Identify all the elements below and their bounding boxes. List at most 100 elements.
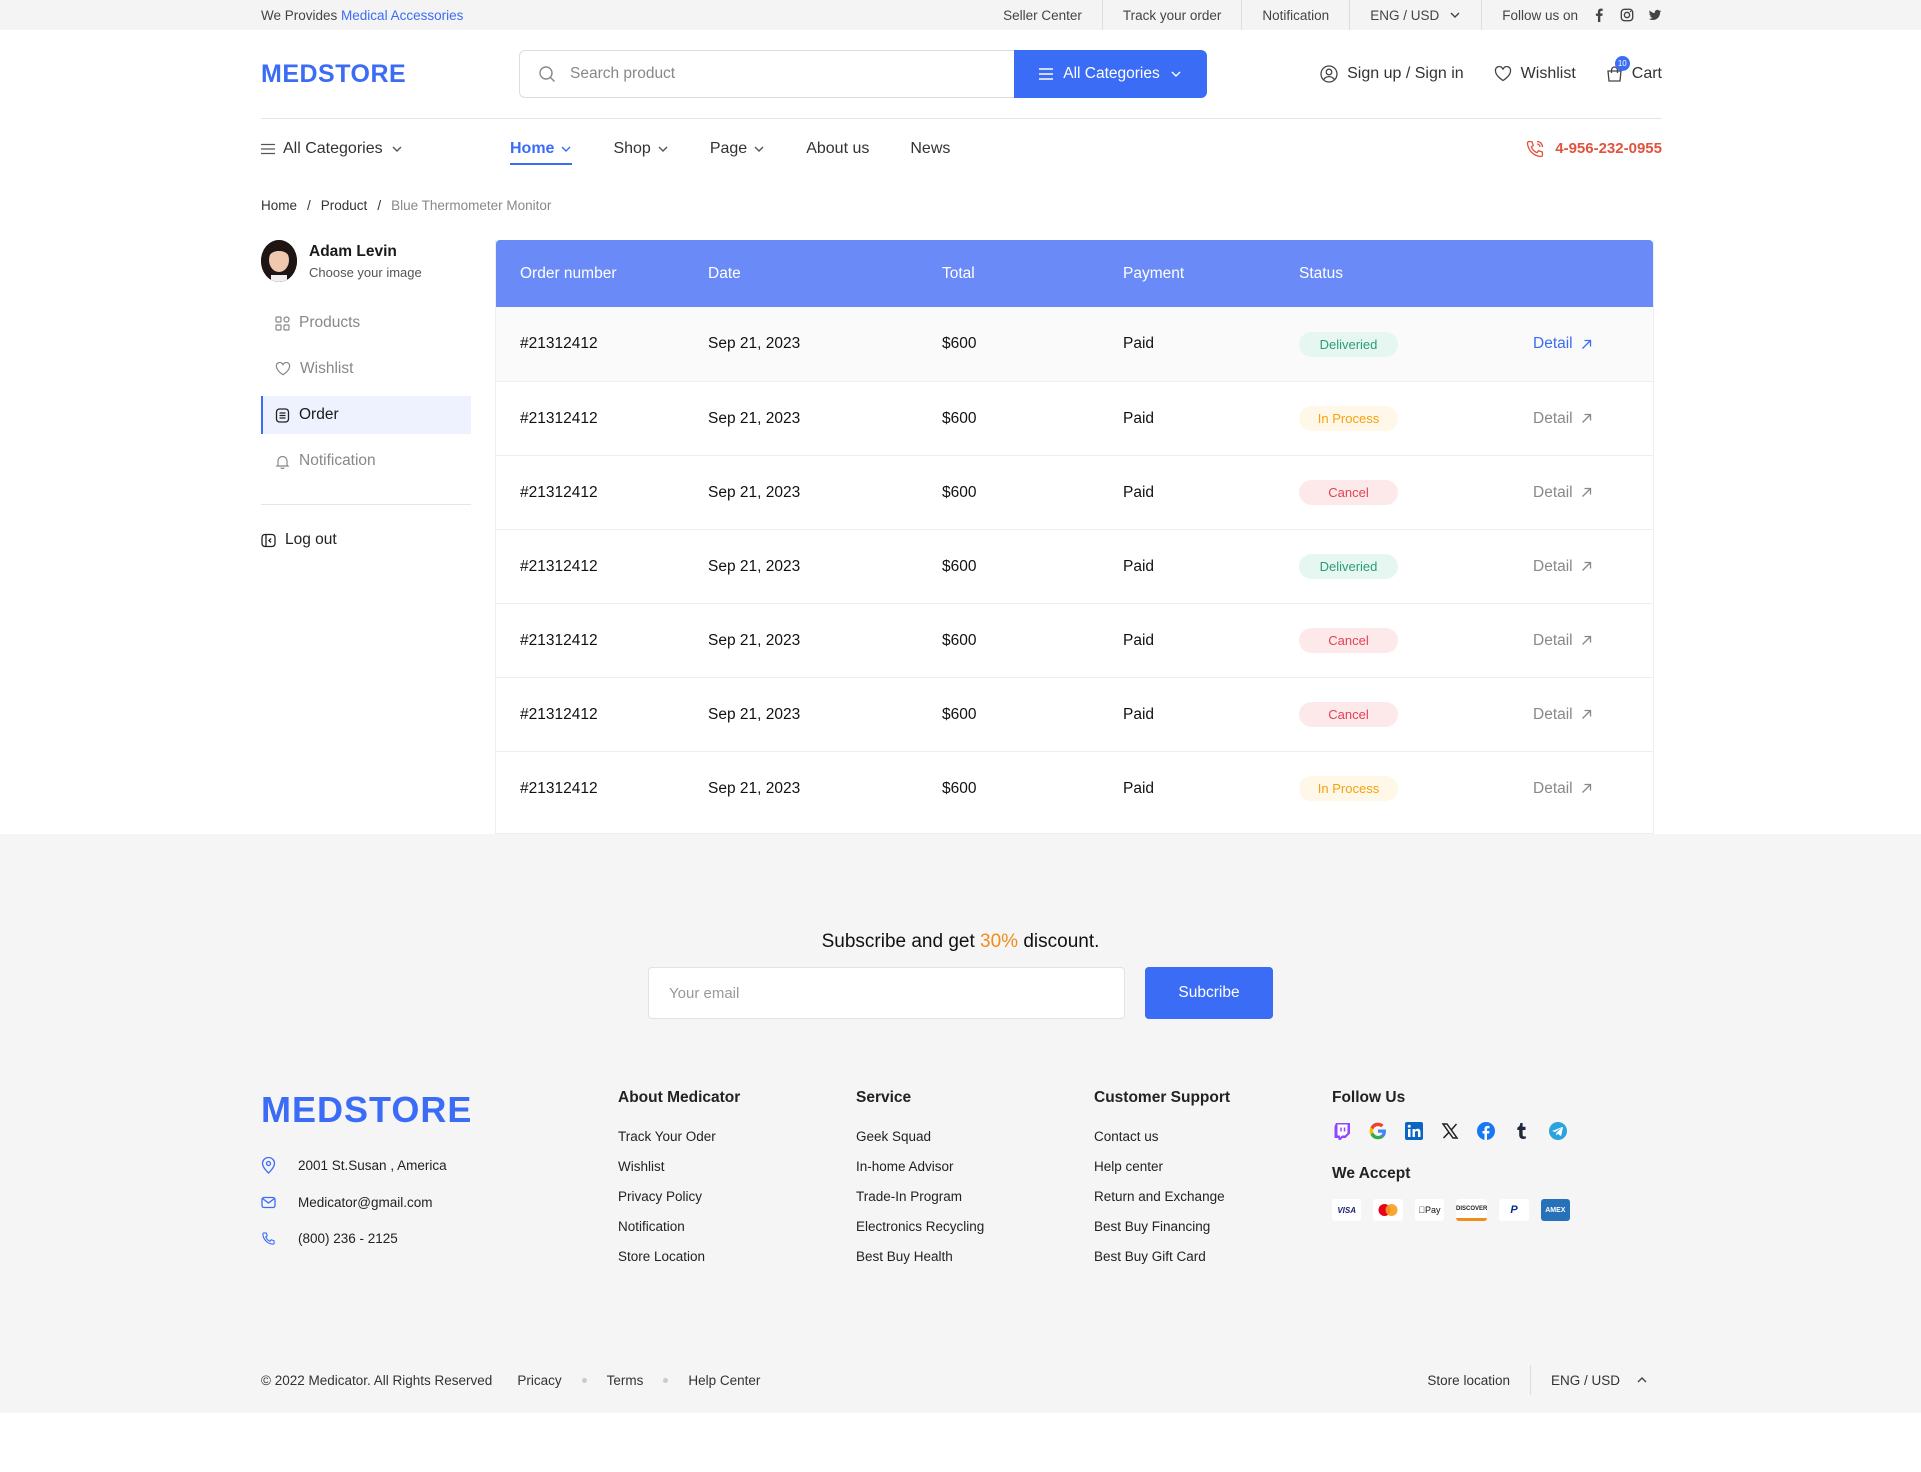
- logo[interactable]: MEDSTORE: [261, 60, 519, 89]
- wishlist-label: Wishlist: [1520, 65, 1576, 82]
- order-payment-cell: Paid: [1123, 409, 1155, 427]
- sidebar-item-products[interactable]: Products: [261, 304, 471, 342]
- telegram-icon[interactable]: [1548, 1121, 1568, 1141]
- order-date-cell: Sep 21, 2023: [708, 409, 801, 427]
- footer-link[interactable]: Best Buy Gift Card: [1094, 1249, 1332, 1264]
- footer-phone-text: (800) 236 - 2125: [298, 1231, 398, 1246]
- mail-icon: [261, 1196, 276, 1209]
- footer-bottom-link-help[interactable]: Help Center: [688, 1373, 760, 1388]
- footer-email[interactable]: Medicator@gmail.com: [261, 1195, 618, 1210]
- table-row[interactable]: #21312412 Sep 21, 2023 $600 Paid Deliveried D…: [496, 529, 1653, 603]
- choose-image-link[interactable]: Choose your image: [309, 265, 422, 280]
- nav-item-about[interactable]: About us: [806, 119, 869, 179]
- grid-icon: [275, 315, 290, 331]
- facebook-icon[interactable]: [1592, 8, 1606, 22]
- footer-link[interactable]: Track Your Oder: [618, 1129, 856, 1144]
- footer-link[interactable]: Contact us: [1094, 1129, 1332, 1144]
- detail-link[interactable]: Detail: [1533, 558, 1653, 576]
- status-badge: Cancel: [1299, 702, 1398, 727]
- arrow-up-right-icon: [1581, 487, 1591, 497]
- nav-all-categories[interactable]: All Categories: [261, 140, 510, 158]
- footer-bottom-link-privacy[interactable]: Pricacy: [517, 1373, 561, 1388]
- detail-link[interactable]: Detail: [1533, 484, 1653, 502]
- table-row[interactable]: #21312412 Sep 21, 2023 $600 Paid Cancel Detai…: [496, 455, 1653, 529]
- order-payment-cell: Paid: [1123, 557, 1155, 575]
- category-dropdown-button[interactable]: All Categories: [1014, 50, 1207, 98]
- footer-address: 2001 St.Susan , America: [261, 1157, 618, 1174]
- footer-bottom-link-terms[interactable]: Terms: [607, 1373, 644, 1388]
- promo-accent-link[interactable]: Medical Accessories: [341, 8, 463, 23]
- footer-link[interactable]: Trade-In Program: [856, 1189, 1094, 1204]
- sidebar-item-wishlist[interactable]: Wishlist: [261, 350, 471, 388]
- footer-link[interactable]: Best Buy Financing: [1094, 1219, 1332, 1234]
- order-number-cell: #21312412: [520, 631, 598, 649]
- detail-link[interactable]: Detail: [1533, 632, 1653, 650]
- sidebar-item-notification[interactable]: Notification: [261, 442, 471, 480]
- detail-link[interactable]: Detail: [1533, 706, 1653, 724]
- instagram-icon[interactable]: [1620, 8, 1634, 22]
- sidebar-item-label: Notification: [299, 452, 376, 469]
- nav-item-home-label: Home: [510, 139, 555, 157]
- table-row[interactable]: #21312412 Sep 21, 2023 $600 Paid In Process D…: [496, 381, 1653, 455]
- table-row[interactable]: #21312412 Sep 21, 2023 $600 Paid Cancel Detai…: [496, 603, 1653, 677]
- logout-icon: [261, 533, 276, 547]
- logout-button[interactable]: Log out: [261, 531, 471, 549]
- breadcrumb-product[interactable]: Product: [321, 198, 368, 213]
- nav-item-news[interactable]: News: [910, 119, 950, 179]
- wishlist-link[interactable]: Wishlist: [1494, 65, 1576, 83]
- cart-link[interactable]: 10 Cart: [1606, 56, 1662, 83]
- sidebar-item-order[interactable]: Order: [261, 396, 471, 434]
- search-icon: [539, 66, 555, 82]
- footer-link[interactable]: In-home Advisor: [856, 1159, 1094, 1174]
- footer-link[interactable]: Privacy Policy: [618, 1189, 856, 1204]
- order-date-cell: Sep 21, 2023: [708, 779, 801, 797]
- store-location-link[interactable]: Store location: [1427, 1365, 1531, 1395]
- subscribe-button[interactable]: Subcribe: [1145, 967, 1273, 1019]
- seller-center-link[interactable]: Seller Center: [983, 0, 1103, 30]
- footer-link[interactable]: Help center: [1094, 1159, 1332, 1174]
- nav-item-page[interactable]: Page: [710, 119, 765, 179]
- breadcrumb-home[interactable]: Home: [261, 198, 297, 213]
- twitter-icon[interactable]: [1648, 8, 1662, 22]
- google-icon[interactable]: [1368, 1121, 1388, 1141]
- footer-link[interactable]: Best Buy Health: [856, 1249, 1094, 1264]
- table-row[interactable]: #21312412 Sep 21, 2023 $600 Paid Deliveried D…: [496, 307, 1653, 381]
- table-row[interactable]: #21312412 Sep 21, 2023 $600 Paid In Process D…: [496, 751, 1653, 825]
- footer-column-title: About Medicator: [618, 1089, 741, 1106]
- nav-item-home[interactable]: Home: [510, 119, 573, 179]
- x-icon[interactable]: [1440, 1121, 1460, 1141]
- detail-link[interactable]: Detail: [1533, 780, 1653, 798]
- detail-link[interactable]: Detail: [1533, 410, 1653, 428]
- footer-link[interactable]: Electronics Recycling: [856, 1219, 1094, 1234]
- column-header-payment: Payment: [1123, 264, 1185, 282]
- linkedin-icon[interactable]: [1404, 1121, 1424, 1141]
- language-selector[interactable]: ENG / USD: [1350, 0, 1483, 30]
- detail-link[interactable]: Detail: [1533, 335, 1653, 353]
- footer-link[interactable]: Geek Squad: [856, 1129, 1094, 1144]
- order-date-cell: Sep 21, 2023: [708, 335, 801, 352]
- footer-phone[interactable]: (800) 236 - 2125: [261, 1231, 618, 1246]
- footer-link[interactable]: Return and Exchange: [1094, 1189, 1332, 1204]
- subscribe-email-input[interactable]: [648, 967, 1125, 1019]
- signin-link[interactable]: Sign up / Sign in: [1320, 65, 1464, 83]
- promo-prefix: We Provides: [261, 7, 338, 23]
- notification-link[interactable]: Notification: [1242, 0, 1351, 30]
- footer-link[interactable]: Notification: [618, 1219, 856, 1234]
- subscribe-discount: 30%: [980, 931, 1019, 952]
- search-input[interactable]: [570, 65, 870, 83]
- order-number-cell: #21312412: [520, 409, 598, 427]
- phone-link[interactable]: 4-956-232-0955: [1525, 139, 1662, 159]
- footer-link[interactable]: Store Location: [618, 1249, 856, 1264]
- table-row[interactable]: #21312412 Sep 21, 2023 $600 Paid Cancel Detai…: [496, 677, 1653, 751]
- footer-language-selector[interactable]: ENG / USD: [1531, 1373, 1660, 1388]
- track-order-link[interactable]: Track your order: [1103, 0, 1243, 30]
- tumblr-icon[interactable]: [1512, 1121, 1532, 1141]
- facebook-icon[interactable]: [1476, 1121, 1496, 1141]
- avatar[interactable]: [261, 240, 297, 282]
- twitch-icon[interactable]: [1332, 1121, 1352, 1141]
- breadcrumb-separator: /: [377, 197, 382, 213]
- bullet-separator: [581, 1377, 587, 1383]
- footer-logo[interactable]: MEDSTORE: [261, 1089, 618, 1131]
- footer-link[interactable]: Wishlist: [618, 1159, 856, 1174]
- nav-item-shop[interactable]: Shop: [613, 119, 668, 179]
